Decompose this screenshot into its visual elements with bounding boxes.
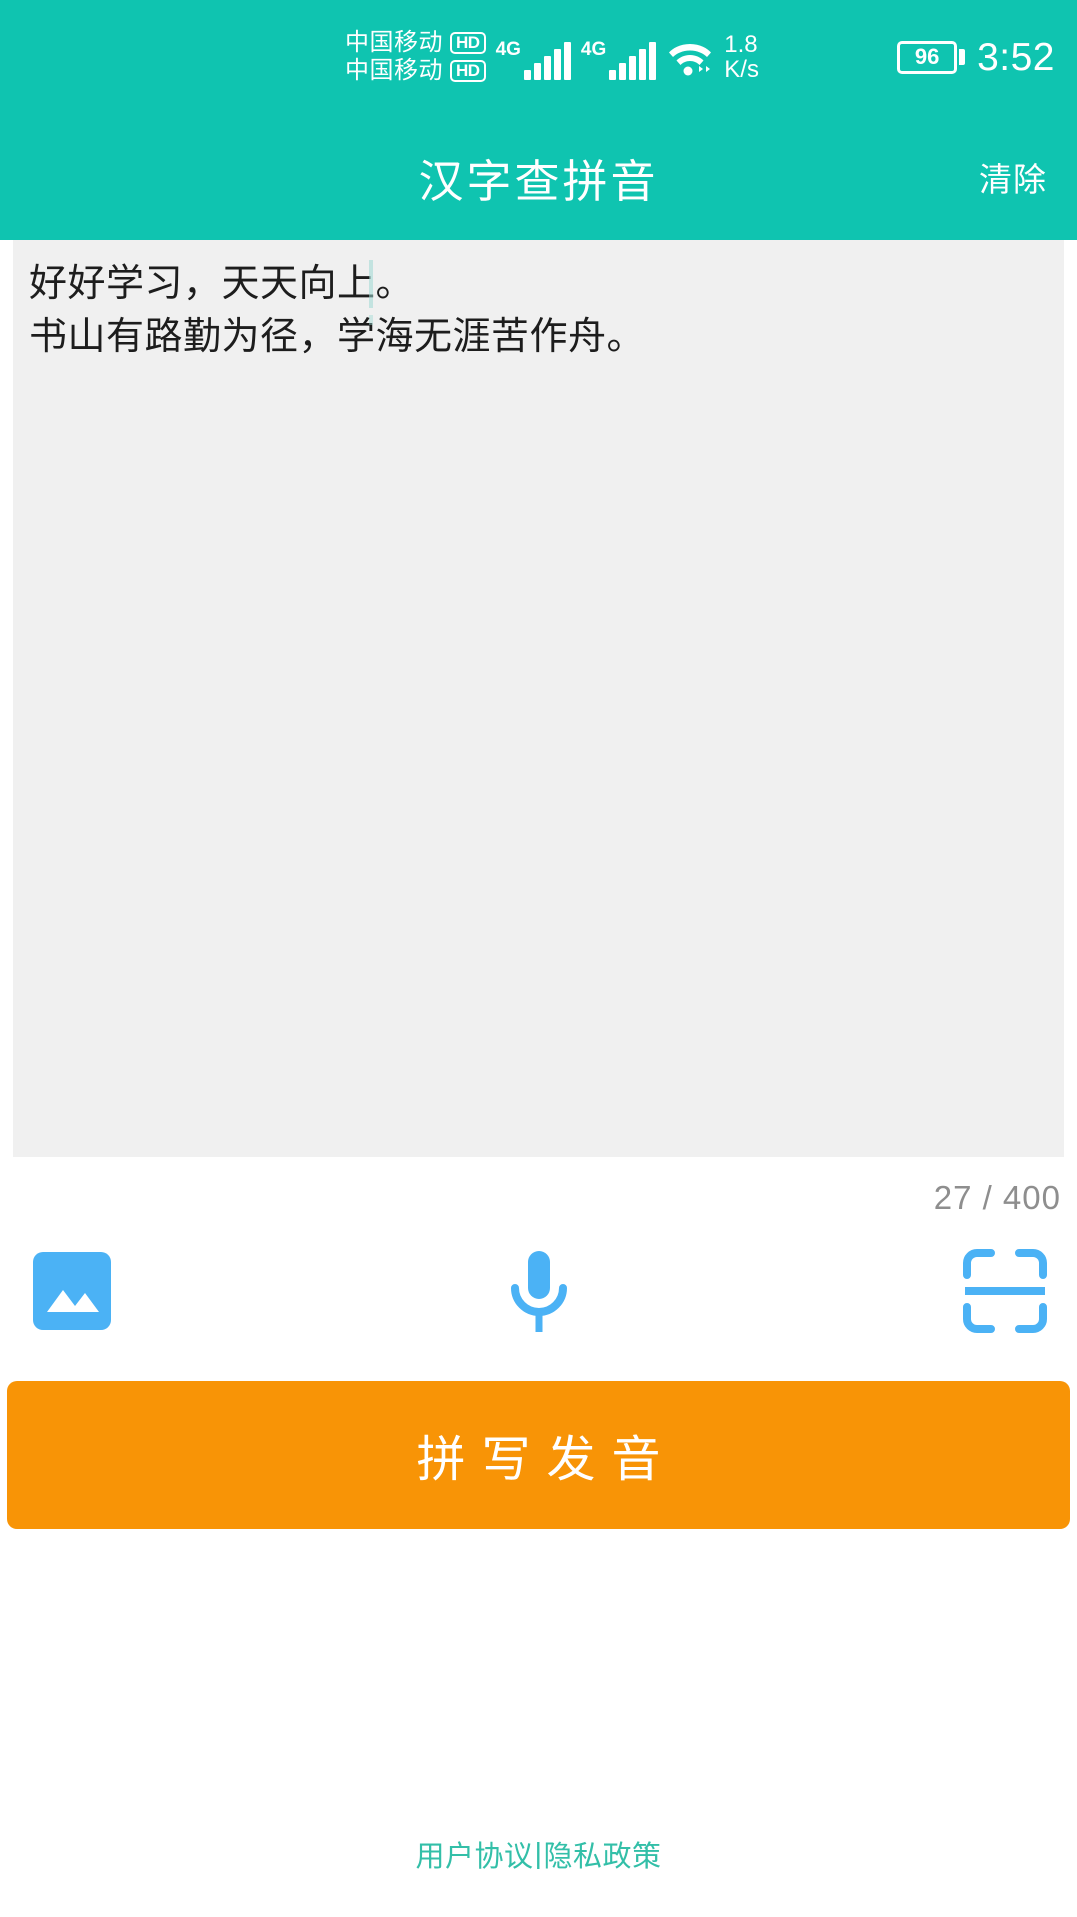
- network-speed-unit: K/s: [724, 56, 759, 83]
- status-bar-left: 中国移动 HD 中国移动 HD 4G 4G 1.8 K/s: [345, 0, 759, 114]
- privacy-policy-link[interactable]: 隐私政策: [544, 1833, 662, 1875]
- footer: 用户协议 | 隐私政策: [0, 1833, 1077, 1917]
- signal-indicator-sim1: 4G: [496, 34, 571, 80]
- text-caret: [369, 260, 373, 308]
- status-bar: 中国移动 HD 中国移动 HD 4G 4G 1.8 K/s 96 3:52: [0, 0, 1077, 114]
- battery-body: 96: [897, 40, 958, 74]
- signal-bars-sim1: [523, 42, 571, 80]
- carrier-row-sim1: 中国移动 HD: [345, 31, 486, 55]
- carrier-row-sim2: 中国移动 HD: [345, 59, 486, 83]
- editor-line-2: 书山有路勤为径，学海无涯苦作舟。: [29, 316, 646, 358]
- scan-button[interactable]: [957, 1243, 1053, 1339]
- voice-input-button[interactable]: [491, 1243, 587, 1339]
- carrier-name-sim1: 中国移动: [345, 29, 443, 56]
- carrier-name-sim2: 中国移动: [345, 57, 443, 84]
- hd-badge-sim1: HD: [450, 32, 486, 54]
- wifi-icon: [669, 44, 712, 76]
- hanzi-input-textarea[interactable]: 好好学习，天天向上。 书山有路勤为径，学海无涯苦作舟。: [13, 240, 1064, 1157]
- scan-icon: [963, 1249, 1047, 1333]
- text-caret-tail: [369, 315, 373, 325]
- page-title: 汉字查拼音: [418, 155, 659, 207]
- status-bar-right: 96 3:52: [897, 0, 1055, 114]
- editor-container: 好好学习，天天向上。 书山有路勤为径，学海无涯苦作舟。: [0, 240, 1077, 1157]
- app-bar: 汉字查拼音 清除: [0, 114, 1077, 240]
- gallery-icon: [33, 1252, 111, 1330]
- battery-percentage: 96: [914, 44, 940, 69]
- clear-button[interactable]: 清除: [965, 143, 1061, 211]
- hd-badge-sim2: HD: [450, 60, 486, 82]
- carrier-stack: 中国移动 HD 中国移动 HD: [345, 31, 486, 83]
- network-speed-value: 1.8: [724, 31, 758, 58]
- user-agreement-link[interactable]: 用户协议: [415, 1833, 533, 1875]
- footer-separator: |: [534, 1837, 543, 1870]
- editor-line-1: 好好学习，天天向上。: [29, 263, 415, 305]
- microphone-icon: [510, 1251, 567, 1332]
- spell-pronounce-button[interactable]: 拼写发音: [7, 1381, 1070, 1529]
- network-type-label-sim1: 4G: [495, 39, 521, 60]
- battery-cap: [959, 49, 966, 65]
- app-screen: 中国移动 HD 中国移动 HD 4G 4G 1.8 K/s 96 3:52 汉字…: [0, 0, 1077, 1917]
- network-speed: 1.8 K/s: [724, 32, 759, 82]
- signal-indicator-sim2: 4G: [580, 34, 657, 80]
- character-counter: 27 / 400: [933, 1179, 1061, 1216]
- signal-bars-sim2: [609, 42, 657, 80]
- gallery-button[interactable]: [24, 1243, 120, 1339]
- input-method-toolbar: [0, 1217, 1077, 1339]
- footer-links: 用户协议 | 隐私政策: [415, 1833, 661, 1875]
- spell-pronounce-button-label: 拼写发音: [416, 1432, 677, 1487]
- status-bar-clock: 3:52: [977, 35, 1055, 79]
- battery-icon: 96: [897, 40, 966, 74]
- network-type-label-sim2: 4G: [580, 39, 607, 60]
